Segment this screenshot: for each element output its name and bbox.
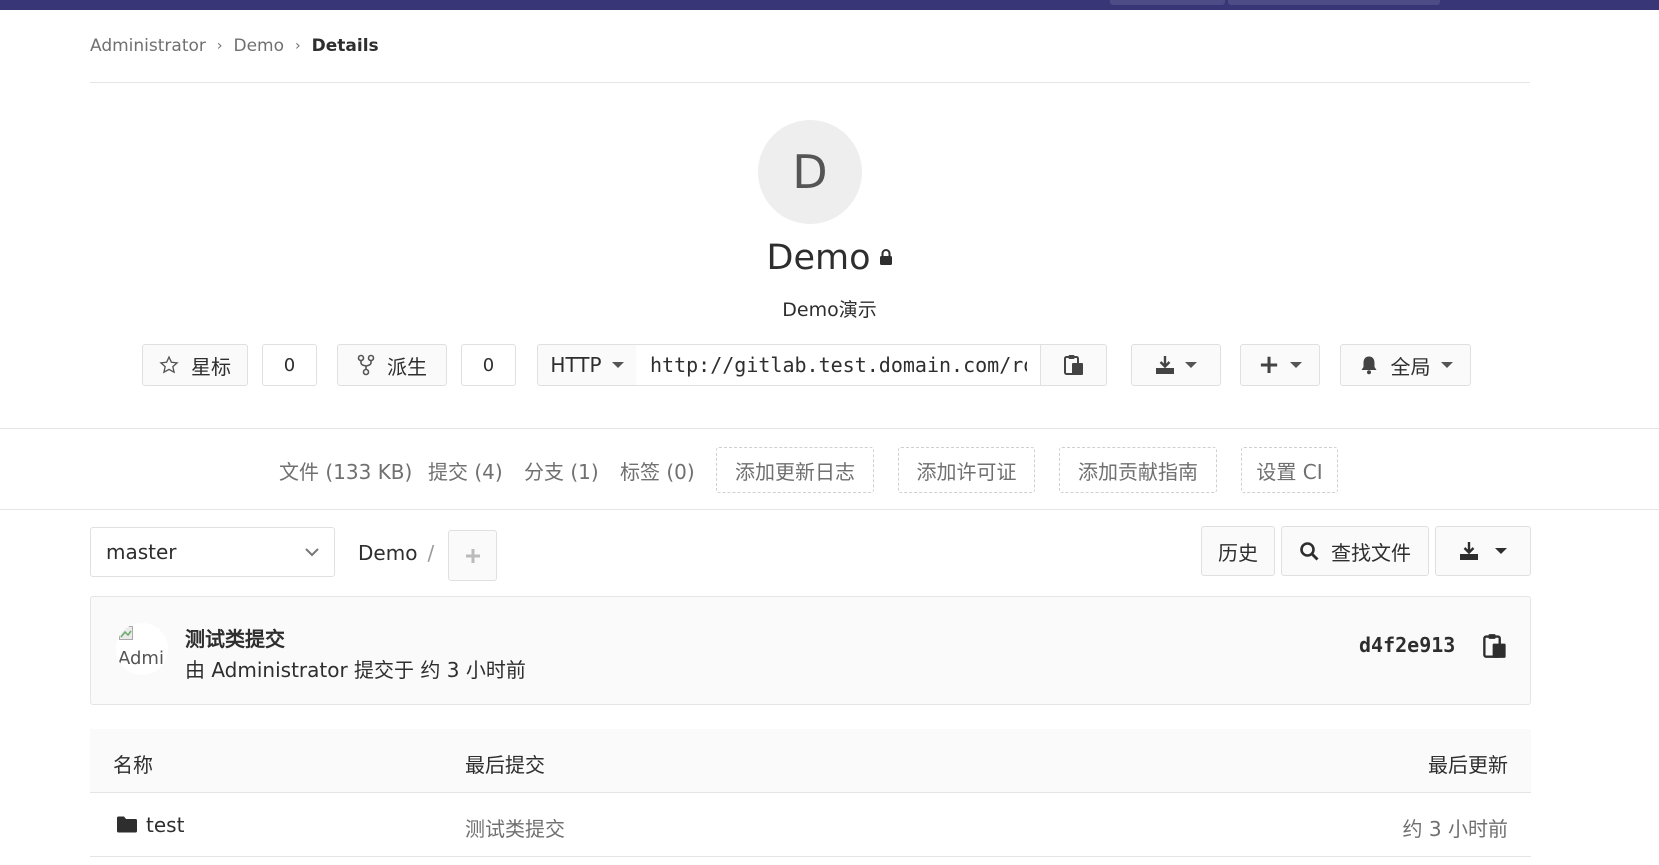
clone-url-input[interactable]	[636, 344, 1041, 386]
file-name[interactable]: test	[146, 813, 184, 837]
setup-ci-label: 设置 CI	[1256, 459, 1323, 484]
setup-ci-button[interactable]: 设置 CI	[1241, 447, 1338, 493]
stat-tags[interactable]: 标签 (0)	[620, 456, 695, 485]
commit-title[interactable]: 测试类提交	[185, 623, 285, 652]
commit-meta: 由 Administrator 提交于 约 3 小时前	[185, 658, 526, 682]
find-file-button[interactable]: 查找文件	[1281, 526, 1429, 576]
caret-down-icon	[611, 362, 624, 368]
plus-icon	[465, 548, 480, 563]
plus-icon: +	[1258, 350, 1280, 380]
stat-files[interactable]: 文件 (133 KB)	[279, 456, 412, 485]
commit-sha[interactable]: d4f2e913	[1359, 633, 1455, 657]
caret-down-icon	[1289, 362, 1302, 368]
bell-icon	[1361, 356, 1376, 375]
caret-down-icon	[1185, 362, 1197, 368]
navbar-search[interactable]	[1228, 0, 1440, 5]
project-title: Demo	[0, 238, 1659, 278]
project-name: Demo	[766, 238, 871, 278]
search-icon	[1300, 542, 1319, 561]
chevron-down-icon	[305, 548, 319, 557]
file-last-update: 约 3 小时前	[1402, 817, 1508, 841]
repo-path: Demo /	[358, 541, 434, 565]
history-label: 历史	[1218, 540, 1258, 565]
file-last-commit[interactable]: 测试类提交	[465, 813, 565, 842]
table-row[interactable]: test 测试类提交 约 3 小时前	[90, 793, 1531, 857]
file-tree-table: 名称 最后提交 最后更新 test 测试类提交 约 3 小时前	[90, 729, 1531, 857]
add-license-button[interactable]: 添加许可证	[898, 447, 1035, 493]
fork-button[interactable]: 派生	[337, 344, 447, 386]
breadcrumb-item-current[interactable]: Details	[312, 36, 379, 56]
download-icon	[1156, 356, 1174, 374]
branch-select[interactable]: master	[90, 527, 335, 577]
breadcrumb-item-user[interactable]: Administrator	[90, 36, 206, 56]
stat-commits[interactable]: 提交 (4)	[428, 456, 503, 485]
chevron-right-icon: ›	[295, 38, 301, 54]
protocol-label: HTTP	[550, 353, 602, 377]
star-icon	[159, 355, 179, 374]
star-count-value: 0	[283, 354, 296, 376]
new-item-dropdown[interactable]: +	[1240, 344, 1320, 386]
history-button[interactable]: 历史	[1201, 526, 1275, 576]
breadcrumb-item-project[interactable]: Demo	[234, 36, 285, 56]
star-label: 星标	[191, 354, 231, 379]
add-to-tree-button[interactable]	[448, 530, 497, 581]
add-changelog-button[interactable]: 添加更新日志	[716, 447, 874, 493]
star-count[interactable]: 0	[262, 344, 317, 386]
add-contributing-label: 添加贡献指南	[1078, 459, 1198, 484]
chevron-right-icon: ›	[216, 38, 223, 54]
fork-count-value: 0	[482, 354, 495, 376]
add-license-label: 添加许可证	[916, 459, 1017, 484]
star-button[interactable]: 星标	[142, 344, 248, 386]
breadcrumb: Administrator › Demo › Details	[90, 36, 379, 56]
divider	[0, 509, 1659, 510]
column-last-update-header: 最后更新	[1428, 753, 1508, 777]
caret-down-icon	[1495, 548, 1507, 554]
notification-dropdown[interactable]: 全局	[1340, 344, 1471, 386]
table-header: 名称 最后提交 最后更新	[90, 729, 1531, 793]
download-archive-dropdown[interactable]	[1435, 526, 1531, 576]
notification-label: 全局	[1390, 354, 1431, 379]
column-name-header: 名称	[113, 753, 153, 777]
fork-icon	[357, 354, 375, 376]
find-file-label: 查找文件	[1331, 540, 1411, 565]
project-avatar: D	[758, 120, 862, 224]
clipboard-icon[interactable]	[1483, 633, 1507, 659]
fork-count[interactable]: 0	[461, 344, 516, 386]
last-commit-panel: Admi 测试类提交 由 Administrator 提交于 约 3 小时前 d…	[90, 596, 1531, 705]
avatar-alt-text: Admi	[118, 648, 164, 669]
top-navbar	[0, 0, 1659, 10]
broken-image-icon	[119, 626, 133, 640]
protocol-dropdown[interactable]: HTTP	[537, 344, 637, 386]
path-separator: /	[427, 541, 435, 565]
download-icon	[1460, 542, 1478, 560]
branch-name: master	[106, 540, 177, 564]
commit-author-avatar[interactable]: Admi	[116, 623, 168, 675]
stat-branches[interactable]: 分支 (1)	[524, 456, 599, 485]
add-contributing-button[interactable]: 添加贡献指南	[1059, 447, 1217, 493]
project-description: Demo演示	[782, 299, 877, 321]
navbar-tab[interactable]	[1110, 0, 1225, 5]
path-root[interactable]: Demo	[358, 541, 417, 565]
clipboard-icon	[1063, 355, 1083, 375]
add-changelog-label: 添加更新日志	[735, 459, 855, 484]
fork-label: 派生	[387, 354, 427, 379]
project-avatar-letter: D	[792, 145, 828, 199]
divider	[90, 82, 1530, 83]
folder-icon	[117, 816, 137, 833]
download-dropdown[interactable]	[1131, 344, 1221, 386]
caret-down-icon	[1440, 362, 1453, 368]
lock-icon	[879, 249, 892, 265]
copy-url-button[interactable]	[1040, 344, 1107, 386]
divider	[0, 428, 1659, 429]
column-last-commit-header: 最后提交	[465, 753, 545, 777]
